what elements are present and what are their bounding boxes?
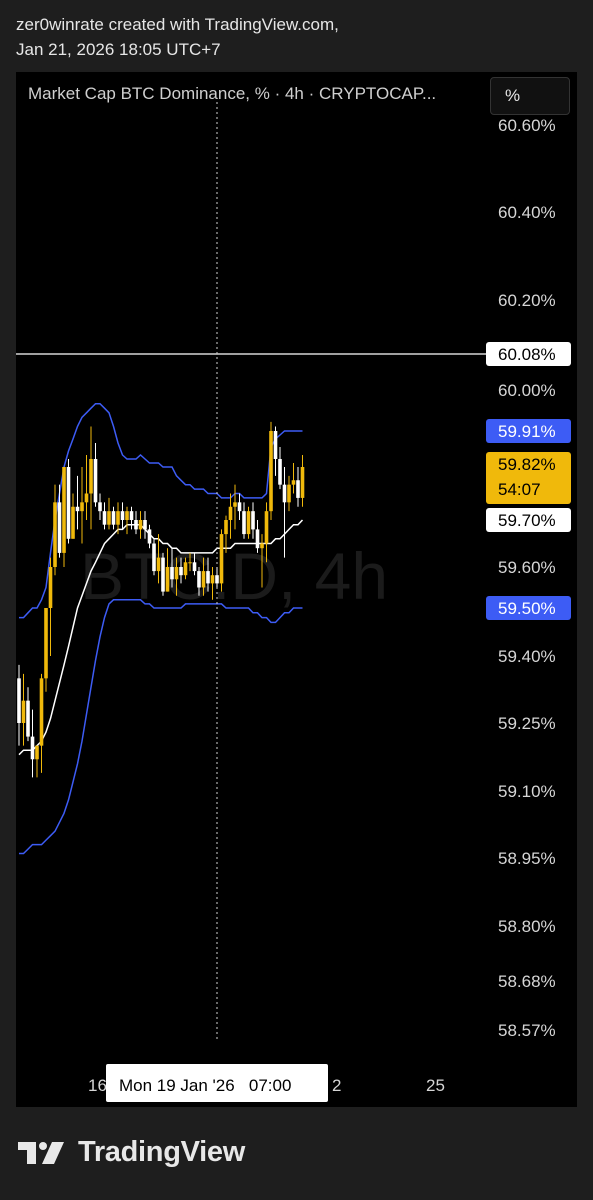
candle-body (192, 562, 197, 572)
candle-body (107, 511, 111, 525)
y-axis-label: 60.40% (498, 203, 556, 222)
y-axis-label: 58.80% (498, 917, 556, 936)
y-axis-label: 59.60% (498, 558, 556, 577)
y-axis-label: 60.20% (498, 291, 556, 310)
candle-body (143, 520, 147, 530)
candle-body (84, 493, 89, 503)
candle-body (215, 575, 219, 584)
y-axis-label: 58.57% (498, 1021, 556, 1040)
candle-body (134, 520, 138, 530)
candle-body (165, 567, 170, 592)
candle-body (26, 700, 30, 737)
attribution-line-2: Jan 21, 2026 18:05 UTC+7 (16, 40, 221, 59)
candle-body (179, 567, 183, 576)
symbol-watermark: BTC.D, 4h (80, 539, 388, 613)
candle-body (260, 543, 264, 549)
candle-body (147, 529, 152, 544)
candle-body (71, 506, 75, 539)
price-tag-lower-band-label: 59.50% (498, 599, 556, 618)
y-axis-label: 60.60% (498, 116, 556, 135)
candle-body (269, 431, 273, 512)
candle-body (219, 534, 224, 584)
candle-body (210, 575, 215, 584)
candle-body (170, 567, 174, 580)
candle-body (251, 511, 255, 530)
crosshair-date-label: Mon 19 Jan '26 07:00 (119, 1076, 291, 1095)
attribution-line-1: zer0winrate created with TradingView.com… (16, 15, 339, 34)
candle-body (161, 557, 165, 592)
candle-body (48, 567, 53, 608)
y-axis-label: 59.25% (498, 714, 556, 733)
price-chart[interactable]: BTC.D, 4h 60.60% 60.40% 60.20% 60.00% 59.60% 5… (16, 72, 577, 1107)
candle-body (138, 520, 143, 530)
candle-body (291, 480, 296, 485)
candle-body (39, 678, 44, 746)
candle-body (35, 745, 39, 760)
candle-body (255, 529, 260, 549)
candle-body (237, 502, 242, 512)
candle-body (30, 736, 35, 760)
candle-body (300, 467, 305, 498)
candle-body (197, 571, 201, 588)
candle-body (53, 502, 57, 567)
candle-body (278, 459, 282, 485)
y-axis-label: 59.10% (498, 782, 556, 801)
candle-body (62, 467, 66, 553)
candle-body (242, 511, 246, 535)
tradingview-footer: TradingView (16, 1136, 245, 1169)
price-tag-basis-label: 59.70% (498, 511, 556, 530)
candle-body (282, 484, 287, 503)
candle-body (174, 567, 179, 580)
candle-body (21, 700, 26, 723)
tradingview-wordmark: TradingView (78, 1136, 245, 1168)
price-tag-upper-band-label: 59.91% (498, 422, 556, 441)
candle-body (206, 571, 210, 584)
candle-body (102, 511, 107, 525)
y-axis-label: 58.68% (498, 972, 556, 991)
candle-body (89, 459, 93, 494)
candle-body (75, 506, 80, 512)
candle-body (98, 502, 102, 512)
x-axis-label: 2 (332, 1076, 341, 1095)
tradingview-logo-icon (18, 1141, 64, 1164)
chart-panel[interactable]: BTC.D, 4h 60.60% 60.40% 60.20% 60.00% 59.60% 5… (16, 72, 577, 1107)
candle-body (17, 678, 21, 723)
candle-body (93, 459, 98, 503)
price-tag-countdown: 54:07 (498, 480, 541, 499)
candle-body (125, 511, 129, 520)
price-tag-crosshair-label: 60.08% (498, 345, 556, 364)
candle-body (273, 431, 278, 459)
candle-body (156, 557, 161, 572)
y-axis-label: 58.95% (498, 849, 556, 868)
candle-body (57, 502, 62, 553)
candle-body (152, 543, 156, 572)
candle-body (66, 467, 71, 539)
candle-body (287, 484, 291, 503)
bollinger-lower-band (19, 599, 303, 855)
candle-body (183, 562, 188, 576)
candle-body (116, 511, 120, 525)
candle-body (120, 511, 125, 520)
x-axis-label: 16 (88, 1076, 107, 1095)
chart-attribution: zer0winrate created with TradingView.com… (16, 12, 339, 62)
candle-body (228, 506, 233, 520)
candle-body (129, 511, 134, 520)
candle-body (233, 502, 237, 507)
candle-body (201, 571, 206, 588)
price-tag-last-price-label: 59.82% (498, 455, 556, 474)
candle-body (264, 511, 269, 544)
candle-body (44, 608, 48, 679)
percent-scale-button[interactable]: % (490, 77, 570, 115)
candle-body (224, 520, 228, 535)
candle-body (246, 511, 251, 535)
y-axis-label: 59.40% (498, 647, 556, 666)
chart-title: Market Cap BTC Dominance, % · 4h · CRYPT… (28, 84, 437, 103)
candle-body (111, 511, 116, 525)
candle-body (296, 480, 300, 498)
y-axis-label: 60.00% (498, 381, 556, 400)
candle-body (80, 502, 84, 512)
candle-body (188, 562, 192, 564)
x-axis-label: 25 (426, 1076, 445, 1095)
